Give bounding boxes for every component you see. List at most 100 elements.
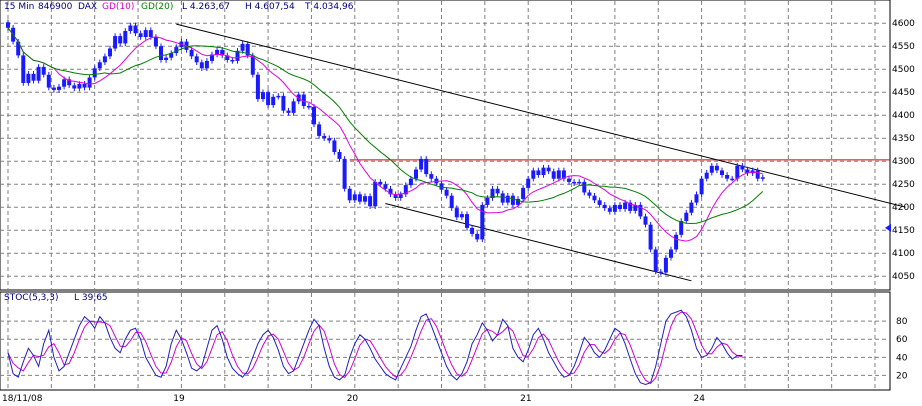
price-bar <box>679 221 684 235</box>
price-bar <box>735 165 740 179</box>
oscillator-tick-label: 80 <box>896 317 908 327</box>
price-bar <box>189 49 194 57</box>
price-tick-label: 4550 <box>892 42 915 52</box>
price-bar <box>669 249 673 258</box>
price-bar <box>449 195 454 209</box>
price-bar <box>740 165 745 170</box>
x-tick-label: 20 <box>347 394 359 404</box>
price-bar <box>281 95 286 111</box>
price-bar <box>444 189 449 196</box>
price-bar <box>327 138 332 141</box>
price-bar <box>286 110 291 113</box>
price-bar <box>612 204 617 212</box>
price-bar <box>113 36 118 49</box>
price-bar <box>643 216 648 225</box>
price-bar <box>526 178 531 188</box>
price-bar <box>551 171 556 179</box>
price-bar <box>255 74 260 100</box>
price-bar <box>398 194 403 198</box>
price-bar <box>26 73 31 83</box>
price-bar <box>694 194 699 203</box>
price-bar <box>378 181 383 185</box>
interval-label: 15 Min <box>4 2 34 12</box>
price-bar <box>653 249 658 272</box>
price-bar <box>485 198 490 205</box>
price-bar <box>429 174 434 179</box>
price-bar <box>82 83 87 88</box>
price-bar <box>266 92 271 106</box>
price-panel-frame <box>0 0 891 291</box>
price-bar <box>363 196 367 202</box>
price-bar <box>480 204 485 240</box>
moving-averages <box>7 27 764 242</box>
price-bar <box>337 152 342 159</box>
price-bar <box>6 22 10 28</box>
price-bar <box>271 96 276 106</box>
price-bar <box>755 170 760 179</box>
chart-root: 4600 4550 4500 4450 4400 4350 4300 4250 4200 4150… <box>0 0 922 406</box>
price-bar <box>623 202 628 210</box>
ma2-legend: GD(20) <box>141 2 173 12</box>
price-bar <box>31 73 36 81</box>
price-bar <box>306 106 311 108</box>
price-bar <box>465 214 469 228</box>
oscillator-tick-label: 60 <box>896 335 908 345</box>
low2-value: T 4.034,96 <box>304 2 354 12</box>
price-tick-label: 4250 <box>892 180 915 190</box>
price-bar <box>546 167 551 172</box>
price-bar <box>357 194 362 202</box>
price-bar <box>199 62 204 69</box>
price-bar <box>148 30 153 37</box>
price-tick-label: 4350 <box>892 134 915 144</box>
price-bar <box>531 170 536 179</box>
price-bar <box>143 30 148 37</box>
price-bar <box>730 178 735 181</box>
price-bar <box>408 178 413 186</box>
price-bar <box>57 86 61 90</box>
price-bar <box>500 193 505 203</box>
price-bar <box>541 167 546 175</box>
ma20-line <box>7 27 764 225</box>
price-bar <box>352 194 357 201</box>
price-bar <box>704 172 709 179</box>
channel-upper-line <box>176 23 906 208</box>
price-bar <box>607 208 612 212</box>
oscillator-tick-label: 20 <box>896 371 908 381</box>
price-bar <box>164 57 169 60</box>
price-bar <box>521 187 526 199</box>
price-bar <box>618 204 622 210</box>
price-bar <box>317 124 322 136</box>
price-bars <box>6 19 765 276</box>
price-bar <box>495 188 500 194</box>
price-bar <box>77 83 82 89</box>
price-bar <box>123 31 128 44</box>
price-bar <box>87 77 92 88</box>
symbol-code: 846900 <box>38 2 73 12</box>
price-bar <box>592 195 597 201</box>
price-bar <box>510 195 515 205</box>
price-bar <box>133 25 138 34</box>
price-bar <box>475 233 480 240</box>
price-tick-label: 4300 <box>892 157 915 167</box>
price-bar <box>414 169 418 179</box>
trend-lines <box>176 23 906 282</box>
price-tick-label: 4450 <box>892 88 915 98</box>
price-tick-label: 4500 <box>892 65 915 75</box>
price-bar <box>760 177 765 179</box>
price-bar <box>648 224 653 250</box>
ma10-line <box>7 27 763 242</box>
price-bar <box>128 25 133 32</box>
price-bar <box>714 165 719 171</box>
chart-canvas: 4600 4550 4500 4450 4400 4350 4300 4250 4200 4150… <box>0 0 915 404</box>
oscillator-name: STOC(5,3,3) <box>4 293 59 303</box>
price-bar <box>118 36 123 44</box>
price-bar <box>383 184 388 189</box>
x-tick-label: 19 <box>173 394 185 404</box>
price-bar <box>454 208 459 218</box>
price-tick-label: 4200 <box>892 203 915 213</box>
price-bar <box>597 200 602 205</box>
x-tick-label: 21 <box>520 394 531 404</box>
price-bar <box>699 178 704 195</box>
stoch-d-line <box>7 311 743 384</box>
price-bar <box>419 158 424 170</box>
